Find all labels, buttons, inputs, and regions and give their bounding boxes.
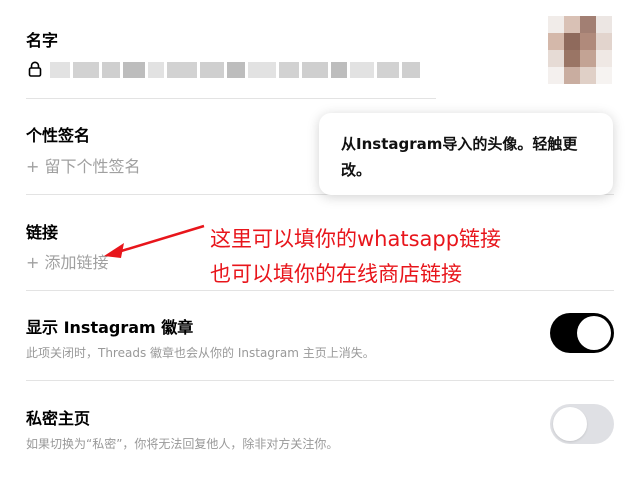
- private-profile-description: 如果切换为“私密”，你将无法回复他人，除非对方关注你。: [26, 437, 339, 451]
- name-value-blurred: [50, 60, 442, 80]
- lock-icon: [28, 61, 42, 77]
- divider: [26, 380, 614, 381]
- private-profile-label: 私密主页: [26, 409, 91, 428]
- instagram-badge-description: 此项关闭时，Threads 徽章也会从你的 Instagram 主页上消失。: [26, 346, 375, 360]
- instagram-badge-toggle[interactable]: [550, 313, 614, 353]
- divider: [26, 98, 436, 99]
- annotation-line-2: 也可以填你的在线商店链接: [210, 262, 462, 286]
- bio-label: 个性签名: [26, 126, 91, 145]
- link-input[interactable]: + 添加链接: [26, 249, 109, 273]
- avatar[interactable]: [548, 16, 612, 84]
- avatar-tooltip-text: 从Instagram导入的头像。轻触更改。: [341, 135, 578, 179]
- divider: [26, 290, 614, 291]
- link-label: 链接: [26, 223, 59, 242]
- private-profile-toggle[interactable]: [550, 404, 614, 444]
- bio-input[interactable]: + 留下个性签名: [26, 153, 141, 177]
- instagram-badge-label: 显示 Instagram 徽章: [26, 318, 194, 337]
- avatar-tooltip: 从Instagram导入的头像。轻触更改。: [319, 113, 613, 195]
- annotation-line-1: 这里可以填你的whatsapp链接: [210, 227, 502, 251]
- name-label: 名字: [26, 31, 59, 50]
